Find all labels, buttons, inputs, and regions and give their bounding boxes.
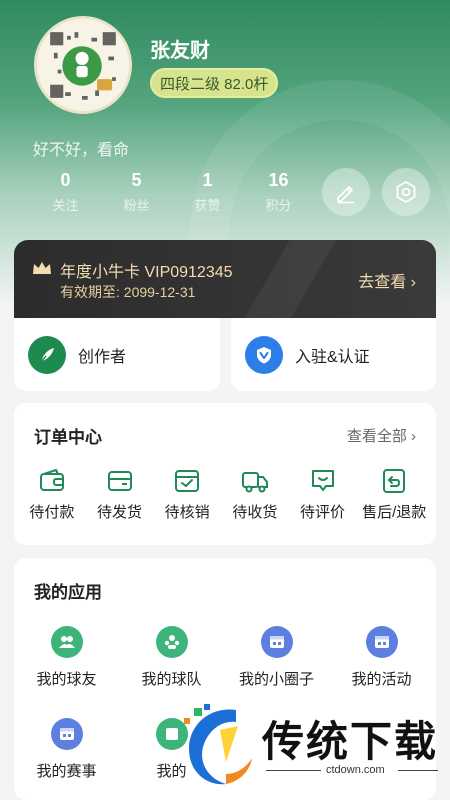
settings-button[interactable] bbox=[382, 168, 430, 216]
order-label: 待发货 bbox=[97, 504, 143, 521]
quill-icon bbox=[28, 335, 66, 374]
watermark-url: ctdown.com bbox=[326, 764, 385, 776]
app-label: 我的赛事 bbox=[36, 763, 97, 780]
calendar-icon bbox=[365, 626, 398, 658]
avatar[interactable] bbox=[34, 16, 132, 114]
app-label: 我的活动 bbox=[351, 671, 412, 688]
tile-label: 入驻&认证 bbox=[295, 348, 370, 366]
stat-following[interactable]: 0 关注 bbox=[30, 170, 101, 214]
order-label: 待评价 bbox=[300, 504, 346, 521]
order-status-grid: 待付款 待发货 待核销 待收货 待评价 售后/退款 bbox=[14, 467, 436, 522]
level-badge[interactable]: 四段二级 82.0杆 bbox=[150, 68, 279, 98]
order-pending-receipt[interactable]: 待收货 bbox=[221, 467, 289, 522]
order-center-title: 订单中心 bbox=[34, 428, 102, 447]
wallet-icon bbox=[39, 468, 64, 491]
order-label: 待收货 bbox=[232, 504, 278, 521]
stat-label: 关注 bbox=[52, 198, 79, 213]
profile-bio: 好不好，看命 bbox=[33, 142, 130, 159]
stat-label: 积分 bbox=[265, 198, 292, 213]
vip-expire-date: 有效期至: 2099-12-31 bbox=[60, 284, 196, 300]
order-pending-review[interactable]: 待评价 bbox=[289, 467, 357, 522]
refund-icon bbox=[383, 469, 406, 493]
stat-value: 16 bbox=[268, 170, 289, 190]
box-icon bbox=[107, 471, 132, 491]
creator-tile[interactable]: 创作者 bbox=[14, 318, 220, 391]
verified-shield-icon bbox=[245, 335, 283, 374]
people-icon bbox=[50, 626, 83, 658]
watermark-logo bbox=[184, 704, 252, 785]
hexagon-settings-icon bbox=[396, 181, 416, 203]
stat-value: 5 bbox=[131, 170, 142, 190]
app-label: 我的小圈子 bbox=[238, 671, 314, 688]
vip-card[interactable]: 年度小牛卡 VIP0912345 有效期至: 2099-12-31 去查看 › bbox=[14, 240, 436, 318]
order-pending-shipment[interactable]: 待发货 bbox=[86, 467, 154, 522]
watermark-text: 传统下载 bbox=[262, 718, 439, 765]
certification-tile[interactable]: 入驻&认证 bbox=[231, 318, 436, 391]
team-icon bbox=[155, 626, 188, 658]
username: 张友财 bbox=[150, 40, 210, 62]
app-my-competitions[interactable]: 我的赛事 bbox=[14, 712, 119, 800]
vip-title: 年度小牛卡 VIP0912345 bbox=[60, 264, 233, 281]
crown-icon bbox=[33, 262, 51, 274]
avatar-qr-image bbox=[37, 19, 129, 111]
calendar-icon bbox=[50, 718, 83, 750]
calendar-icon bbox=[260, 626, 293, 658]
edit-profile-button[interactable] bbox=[322, 168, 370, 216]
watermark-divider bbox=[398, 770, 438, 771]
truck-icon bbox=[241, 472, 268, 493]
stat-points[interactable]: 16 积分 bbox=[243, 170, 314, 214]
stat-value: 1 bbox=[202, 170, 213, 190]
app-label: 我的球队 bbox=[141, 671, 202, 688]
stats-row: 0 关注 5 粉丝 1 获赞 16 积分 bbox=[30, 170, 314, 214]
tile-label: 创作者 bbox=[78, 348, 127, 366]
app-my-friends[interactable]: 我的球友 bbox=[14, 620, 119, 712]
stat-followers[interactable]: 5 粉丝 bbox=[101, 170, 172, 214]
order-label: 待付款 bbox=[29, 504, 75, 521]
app-my-team[interactable]: 我的球队 bbox=[119, 620, 224, 712]
stat-label: 获赞 bbox=[194, 198, 221, 213]
verify-package-icon bbox=[175, 470, 200, 492]
app-my-events[interactable]: 我的活动 bbox=[329, 620, 434, 712]
order-pending-verification[interactable]: 待核销 bbox=[153, 467, 221, 522]
app-my-circles[interactable]: 我的小圈子 bbox=[224, 620, 329, 712]
order-pending-payment[interactable]: 待付款 bbox=[18, 467, 86, 522]
order-after-sales[interactable]: 售后/退款 bbox=[356, 467, 432, 522]
order-label: 售后/退款 bbox=[362, 504, 427, 521]
vip-card-decoration bbox=[226, 240, 342, 318]
pencil-icon bbox=[337, 186, 354, 204]
stat-label: 粉丝 bbox=[123, 198, 150, 213]
watermark-divider bbox=[266, 770, 321, 771]
my-apps-title: 我的应用 bbox=[34, 583, 102, 602]
stat-likes[interactable]: 1 获赞 bbox=[172, 170, 243, 214]
watermark: 传统下载 ctdown.com bbox=[176, 700, 446, 795]
comment-icon bbox=[311, 470, 334, 491]
order-label: 待核销 bbox=[164, 504, 210, 521]
view-all-orders-link[interactable]: 查看全部 › bbox=[347, 425, 416, 446]
stat-value: 0 bbox=[60, 170, 71, 190]
app-label: 我的球友 bbox=[36, 671, 97, 688]
order-center-card: 订单中心 查看全部 › 待付款 待发货 待核销 待收货 待评价 售后/退款 bbox=[14, 403, 436, 545]
vip-view-link[interactable]: 去查看 › bbox=[358, 268, 416, 292]
